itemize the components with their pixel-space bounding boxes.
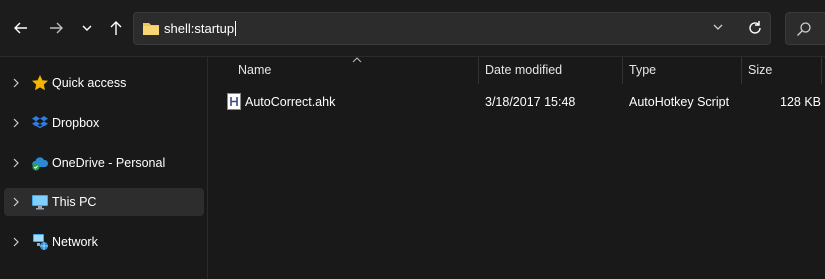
column-header-label: Date modified xyxy=(485,63,563,77)
chevron-right-icon[interactable] xyxy=(12,118,20,128)
column-header-type[interactable]: Type xyxy=(623,57,741,84)
network-icon xyxy=(33,234,48,250)
column-header-name[interactable]: Name xyxy=(208,57,478,84)
arrow-left-icon xyxy=(14,22,27,34)
navigation-toolbar: shell:startup xyxy=(0,0,825,57)
sidebar-item-onedrive[interactable]: OneDrive - Personal xyxy=(4,149,204,177)
arrow-up-icon xyxy=(110,21,122,35)
column-separator[interactable] xyxy=(821,57,822,84)
chevron-right-icon[interactable] xyxy=(12,237,20,247)
navigation-pane: Quick access Dropbox OneDrive - Personal… xyxy=(0,57,207,279)
chevron-right-icon[interactable] xyxy=(12,78,20,88)
sidebar-item-label: Network xyxy=(52,235,98,249)
file-date-modified: 3/18/2017 15:48 xyxy=(485,95,576,109)
column-header-date-modified[interactable]: Date modified xyxy=(479,57,622,84)
sidebar-item-label: This PC xyxy=(52,195,97,209)
ahk-file-icon xyxy=(227,93,241,110)
onedrive-icon xyxy=(32,157,49,171)
chevron-right-icon[interactable] xyxy=(12,158,20,168)
sidebar-item-label: Dropbox xyxy=(52,116,100,130)
file-size: 128 KB xyxy=(780,95,822,109)
sort-ascending-icon xyxy=(352,57,362,63)
refresh-button[interactable] xyxy=(741,14,769,42)
file-name[interactable]: AutoCorrect.ahk xyxy=(245,95,335,109)
sidebar-item-quick-access[interactable]: Quick access xyxy=(4,69,204,97)
chevron-right-icon[interactable] xyxy=(12,197,20,207)
folder-icon xyxy=(143,23,159,35)
dropbox-icon xyxy=(32,116,48,129)
refresh-icon xyxy=(749,21,761,34)
forward-button[interactable] xyxy=(43,14,69,42)
sidebar-item-dropbox[interactable]: Dropbox xyxy=(4,109,204,137)
search-icon xyxy=(797,22,811,36)
back-button[interactable] xyxy=(8,14,34,42)
sidebar-item-this-pc[interactable]: This PC xyxy=(4,188,204,216)
file-type: AutoHotkey Script xyxy=(629,95,730,109)
column-header-size[interactable]: Size xyxy=(742,57,822,84)
recent-locations-button[interactable] xyxy=(74,14,100,42)
up-button[interactable] xyxy=(103,14,129,42)
star-icon xyxy=(32,75,48,91)
arrow-right-icon xyxy=(50,22,63,34)
file-row[interactable]: AutoCorrect.ahk 3/18/2017 15:48 AutoHotk… xyxy=(208,90,825,114)
column-header-label: Type xyxy=(629,63,657,77)
address-history-chevron-icon[interactable] xyxy=(712,21,724,33)
address-bar[interactable]: shell:startup xyxy=(133,12,771,45)
sidebar-item-label: Quick access xyxy=(52,76,127,90)
sidebar-item-network[interactable]: Network xyxy=(4,228,204,256)
column-header-label: Size xyxy=(748,63,773,77)
monitor-icon xyxy=(32,195,48,210)
file-list: Name Date modified Type Size AutoCorrect… xyxy=(208,57,825,279)
chevron-down-icon xyxy=(82,25,92,31)
search-box[interactable] xyxy=(785,12,825,45)
sidebar-item-label: OneDrive - Personal xyxy=(52,156,166,170)
column-header-label: Name xyxy=(238,63,272,77)
text-caret xyxy=(235,21,237,36)
address-input[interactable]: shell:startup xyxy=(164,21,237,36)
